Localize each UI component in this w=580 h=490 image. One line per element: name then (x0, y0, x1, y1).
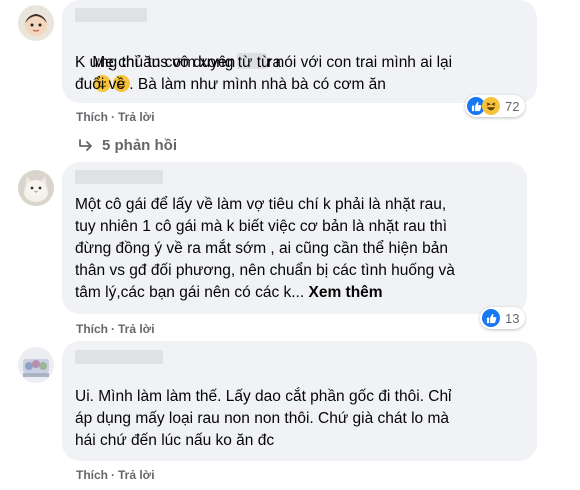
author-name-redacted[interactable] (75, 350, 163, 364)
reaction-count: 72 (505, 98, 520, 114)
comment-text: Ui. Mình làm làm thế. Lấy dao cắt phần g… (75, 388, 452, 449)
like-link[interactable]: Thích (76, 322, 108, 336)
like-reaction-icon (482, 309, 500, 327)
reply-link[interactable]: Trả lời (118, 468, 155, 482)
reaction-summary[interactable]: 72 (465, 95, 526, 117)
reply-arrow-icon (79, 138, 92, 151)
separator-dot: · (111, 110, 115, 124)
avatar[interactable] (18, 347, 54, 383)
see-more-link[interactable]: Xem thêm (308, 284, 382, 301)
author-name-redacted[interactable] (75, 170, 163, 184)
comment-text: Một cô gái để lấy về làm vợ tiêu chí k p… (75, 196, 455, 301)
view-replies-link[interactable]: 5 phản hồi (78, 137, 177, 154)
reaction-count: 13 (505, 310, 520, 326)
avatar[interactable] (18, 5, 54, 41)
comment-text: K ưng thì ăn cơm xong từ từ nói với con … (75, 54, 453, 93)
haha-reaction-icon (482, 97, 500, 115)
author-name-redacted[interactable] (75, 8, 147, 22)
reply-link[interactable]: Trả lời (118, 322, 155, 336)
replies-label: 5 phản hồi (102, 137, 177, 154)
like-link[interactable]: Thích (76, 468, 108, 482)
avatar[interactable] (18, 170, 54, 206)
reaction-summary[interactable]: 13 (480, 307, 526, 329)
like-link[interactable]: Thích (76, 110, 108, 124)
separator-dot: · (111, 322, 115, 336)
reply-link[interactable]: Trả lời (118, 110, 155, 124)
separator-dot: · (111, 468, 115, 482)
